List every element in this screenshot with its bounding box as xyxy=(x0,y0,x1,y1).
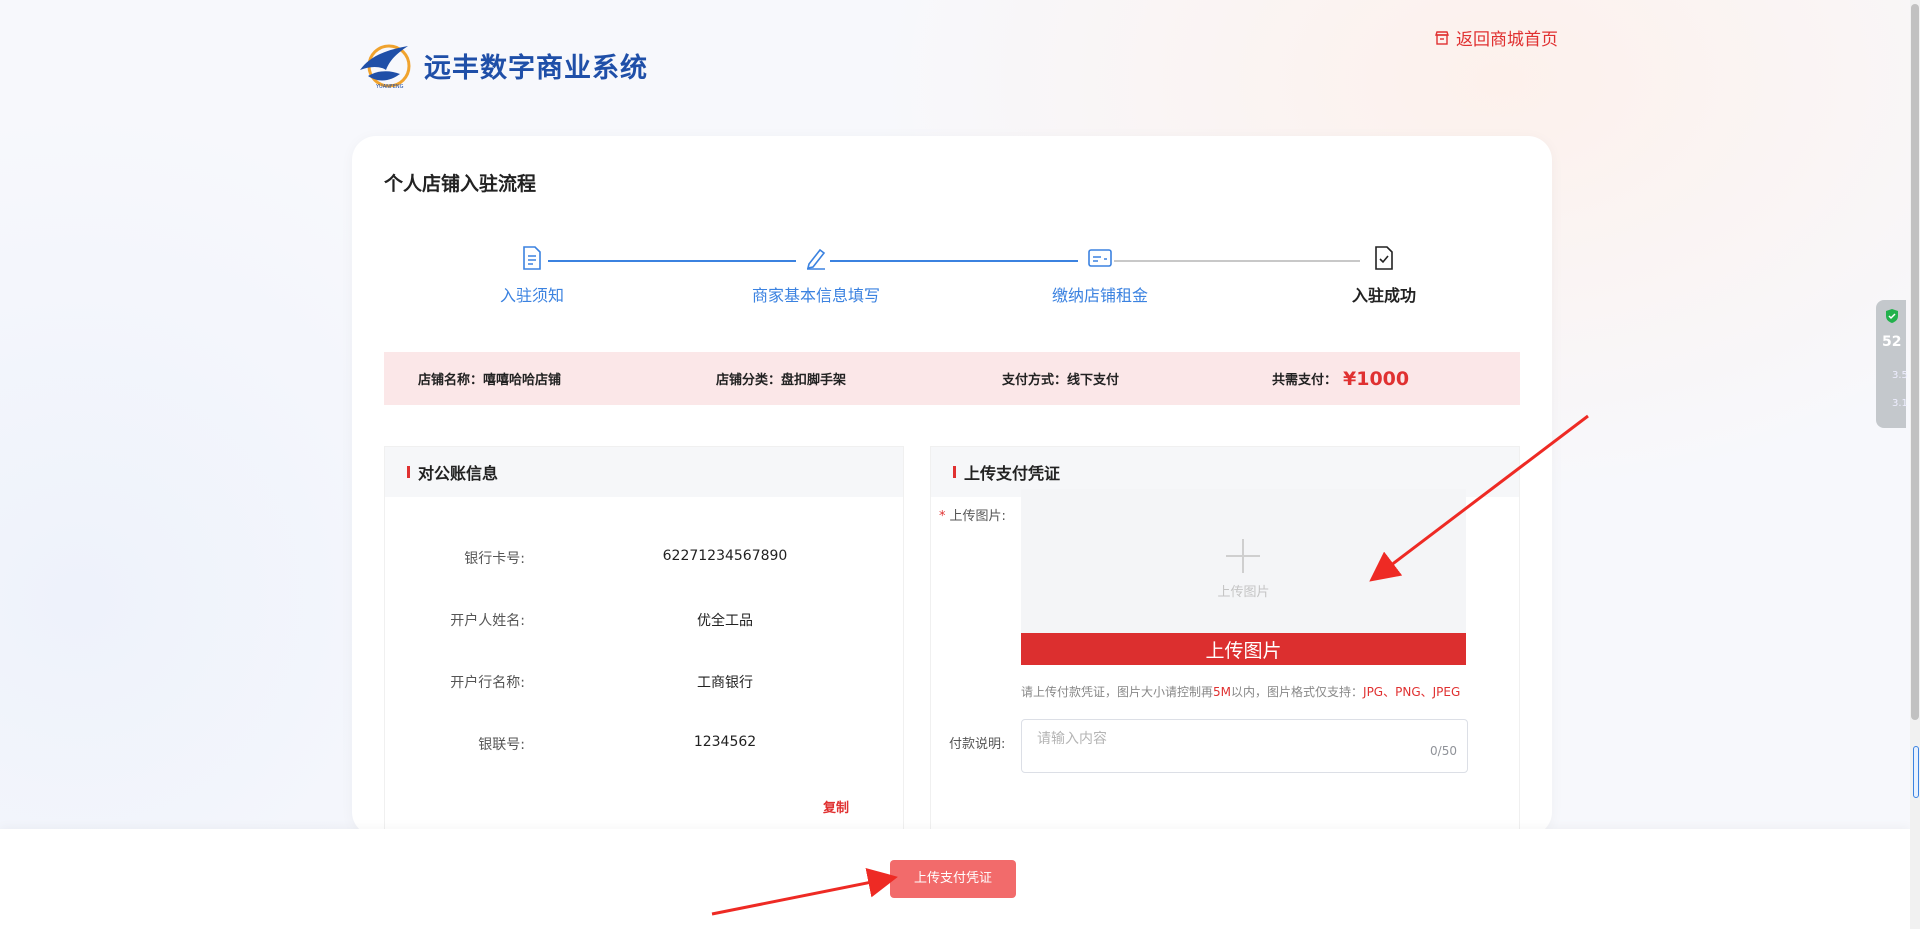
header-accent-bar xyxy=(407,466,410,478)
remark-char-count: 0/50 xyxy=(1430,744,1457,758)
upload-proof-button[interactable]: 上传支付凭证 xyxy=(890,860,1016,898)
upload-image-bar[interactable]: 上传图片 xyxy=(1021,633,1466,665)
step-label: 入驻成功 xyxy=(1351,286,1416,305)
bottom-action-bar: 上传支付凭证 xyxy=(0,829,1910,929)
step-label: 缴纳店铺租金 xyxy=(1051,286,1148,305)
upload-speed: 3.5 xyxy=(1892,370,1908,381)
scrollbar-thumb[interactable] xyxy=(1911,4,1919,720)
payment-card-icon xyxy=(1088,249,1112,267)
back-link-label: 返回商城首页 xyxy=(1456,30,1558,50)
back-to-mall-link[interactable]: 返回商城首页 xyxy=(1434,25,1558,50)
document-icon xyxy=(523,246,541,270)
logo-subtext: YUANFENG xyxy=(375,84,404,90)
panel-title: 对公账信息 xyxy=(418,464,499,483)
page-title: 个人店铺入驻流程 xyxy=(384,173,537,195)
remark-placeholder: 请输入内容 xyxy=(1037,731,1107,747)
upload-tip: 请上传付款凭证，图片大小请控制再5M以内，图片格式仅支持：JPG、PNG、JPE… xyxy=(1021,685,1461,699)
document-check-icon xyxy=(1375,246,1393,270)
panel-header: 对公账信息 xyxy=(385,447,903,497)
step-label: 商家基本信息填写 xyxy=(751,286,880,305)
panel-title: 上传支付凭证 xyxy=(964,464,1061,483)
upload-image-label: * 上传图片: xyxy=(939,509,1006,524)
process-card: 个人店铺入驻流程 入驻须知 商家基本信息填写 缴纳店铺租金 入驻成功 店铺名称：… xyxy=(352,136,1552,866)
edit-pen-icon xyxy=(806,248,826,270)
order-summary-bar: 店铺名称： 嘻嘻哈哈店铺 店铺分类： 盘扣脚手架 支付方式： 线下支付 共需支付… xyxy=(384,352,1520,405)
scrollbar-mini-indicator xyxy=(1913,746,1919,798)
total-price: ¥1000 xyxy=(1343,367,1410,390)
remark-textarea[interactable]: 请输入内容 0/50 xyxy=(1021,719,1468,773)
site-logo[interactable]: YUANFENG 远丰数字商业系统 xyxy=(356,36,648,94)
summary-total: 共需支付： ¥1000 xyxy=(1272,367,1410,390)
summary-category: 店铺分类： 盘扣脚手架 xyxy=(716,373,847,388)
account-holder-row: 开户人姓名: 优全工品 xyxy=(450,613,753,629)
logo-text: 远丰数字商业系统 xyxy=(424,52,648,84)
network-monitor-widget[interactable]: 52 3.5 3.1 xyxy=(1876,300,1908,428)
step-notice: 入驻须知 xyxy=(432,242,632,306)
image-upload-box[interactable]: 上传图片 上传图片 xyxy=(1021,489,1466,665)
remark-label: 付款说明: xyxy=(949,737,1006,752)
step-pay-rent: 缴纳店铺租金 xyxy=(1000,242,1200,306)
shield-check-icon xyxy=(1886,309,1898,323)
union-number-row: 银联号: 1234562 xyxy=(478,734,757,753)
score-value: 52 xyxy=(1882,334,1902,350)
step-basic-info: 商家基本信息填写 xyxy=(716,242,916,306)
download-speed: 3.1 xyxy=(1892,398,1908,409)
step-progress: 入驻须知 商家基本信息填写 缴纳店铺租金 入驻成功 xyxy=(384,242,1520,312)
plus-icon xyxy=(1226,539,1260,573)
pegasus-logo-icon: YUANFENG xyxy=(360,44,411,90)
summary-store-name: 店铺名称： 嘻嘻哈哈店铺 xyxy=(418,373,562,388)
account-info-panel: 对公账信息 银行卡号: 62271234567890 开户人姓名: 优全工品 开… xyxy=(384,446,904,866)
upload-hint: 上传图片 xyxy=(1217,585,1270,600)
bank-name-row: 开户行名称: 工商银行 xyxy=(450,675,753,691)
upload-proof-panel: 上传支付凭证 * 上传图片: 上传图片 上传图片 请上传付款凭证，图片大小请控制再… xyxy=(930,446,1520,866)
step-label: 入驻须知 xyxy=(499,286,564,305)
copy-button[interactable]: 复制 xyxy=(823,797,849,816)
store-icon xyxy=(1435,30,1449,45)
bank-card-row: 银行卡号: 62271234567890 xyxy=(464,548,788,567)
summary-payment-method: 支付方式： 线下支付 xyxy=(1002,373,1120,388)
header-accent-bar xyxy=(953,466,956,478)
step-success: 入驻成功 xyxy=(1284,242,1484,306)
